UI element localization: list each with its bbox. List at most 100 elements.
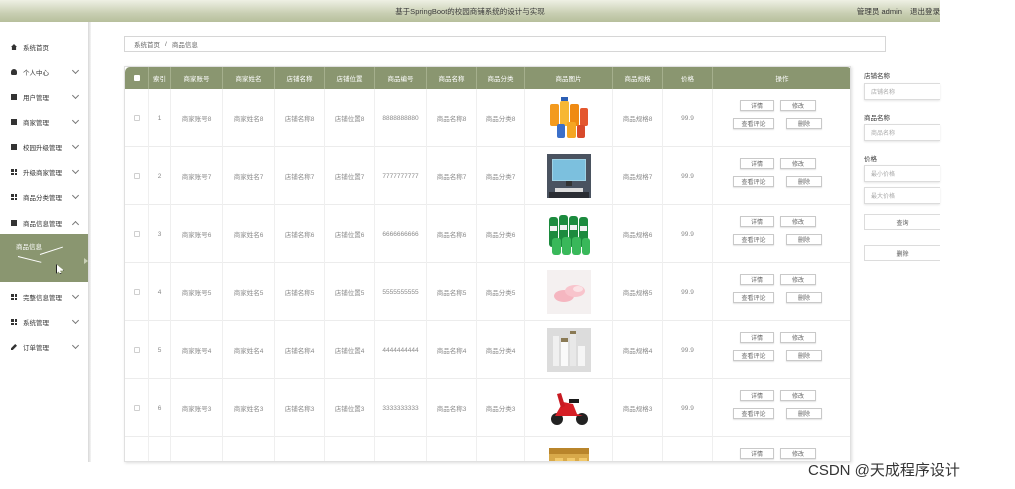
sidebar-item-5[interactable]: 升级商家管理 bbox=[0, 165, 88, 179]
select-all-checkbox[interactable] bbox=[125, 67, 149, 89]
row-checkbox[interactable] bbox=[133, 347, 140, 353]
submenu-product-info[interactable]: 商品信息 bbox=[0, 234, 88, 282]
row-checkbox[interactable] bbox=[133, 405, 140, 411]
delete-button[interactable]: 删除 bbox=[786, 176, 822, 187]
chevron-down-icon bbox=[71, 291, 80, 300]
cell-code: 7777777777 bbox=[375, 147, 427, 205]
sidebar-item-0[interactable]: 系统首页 bbox=[0, 40, 88, 54]
table-row: 2 商家账号7 商家姓名7 店铺名称7 店铺位置7 7777777777 商品名称7 商品分类… bbox=[125, 147, 850, 205]
cell-code bbox=[375, 437, 427, 461]
sidebar-item-6[interactable]: 商品分类管理 bbox=[0, 190, 88, 204]
row-actions: 详情 修改 查看评论 删除 bbox=[713, 147, 850, 205]
cell-location: 店铺位置6 bbox=[325, 205, 375, 263]
cell-account: 商家账号6 bbox=[171, 205, 223, 263]
detail-button[interactable]: 详情 bbox=[740, 274, 774, 285]
watermark: CSDN @天成程序设计 bbox=[808, 462, 960, 479]
table-row: 4 商家账号5 商家姓名5 店铺名称5 店铺位置5 5555555555 商品名称5 商品分类… bbox=[125, 263, 850, 321]
cell-index bbox=[149, 437, 171, 461]
delete-button[interactable]: 删除 bbox=[786, 234, 822, 245]
cell-shop: 店铺名称5 bbox=[275, 263, 325, 321]
column-header: 店铺位置 bbox=[325, 67, 375, 89]
search-button[interactable]: 查询 bbox=[864, 214, 940, 230]
cell-spec bbox=[613, 437, 663, 461]
edit-button[interactable]: 修改 bbox=[780, 332, 816, 343]
sidebar-item-10[interactable]: 订单管理 bbox=[0, 340, 88, 354]
row-actions: 详情 修改 查看评论 删除 bbox=[713, 205, 850, 263]
product-filter-label: 商品名称 bbox=[864, 115, 890, 122]
product-filter-input[interactable]: 商品名称 bbox=[864, 124, 940, 141]
sidebar-item-label: 商家管理 bbox=[23, 120, 49, 127]
detail-button[interactable]: 详情 bbox=[740, 448, 774, 459]
breadcrumb: 系统首页 / 商品信息 bbox=[124, 36, 886, 52]
sidebar: 系统首页个人中心用户管理商家管理校园升级管理升级商家管理商品分类管理 商品信息管理… bbox=[0, 22, 88, 462]
breadcrumb-home[interactable]: 系统首页 bbox=[134, 39, 160, 49]
product-image-drinks bbox=[547, 96, 591, 140]
view-comments-button[interactable]: 查看评论 bbox=[733, 292, 774, 303]
cell-index: 5 bbox=[149, 321, 171, 379]
edit-button[interactable]: 修改 bbox=[780, 390, 816, 401]
delete-button[interactable]: 删除 bbox=[786, 350, 822, 361]
view-comments-button[interactable]: 查看评论 bbox=[733, 408, 774, 419]
delete-button[interactable]: 删除 bbox=[786, 408, 822, 419]
sidebar-item-label: 升级商家管理 bbox=[23, 170, 62, 177]
cell-account: 商家账号4 bbox=[171, 321, 223, 379]
grid-icon bbox=[11, 169, 17, 175]
column-header: 索引 bbox=[149, 67, 171, 89]
product-image-slippers bbox=[546, 270, 591, 314]
sidebar-divider bbox=[88, 22, 91, 462]
delete-button[interactable]: 删除 bbox=[786, 118, 822, 129]
view-comments-button[interactable]: 查看评论 bbox=[733, 176, 774, 187]
row-checkbox-cell bbox=[125, 89, 149, 147]
product-image-cell bbox=[525, 147, 613, 205]
edit-button[interactable]: 修改 bbox=[780, 448, 816, 459]
detail-button[interactable]: 详情 bbox=[740, 158, 774, 169]
row-checkbox[interactable] bbox=[133, 231, 140, 237]
sidebar-item-7[interactable]: 商品信息管理 bbox=[0, 216, 88, 230]
edit-button[interactable]: 修改 bbox=[780, 274, 816, 285]
breadcrumb-current: 商品信息 bbox=[171, 42, 198, 49]
cell-category: 商品分类5 bbox=[477, 263, 525, 321]
min-price-input[interactable]: 最小价格 bbox=[864, 165, 940, 182]
sidebar-item-1[interactable]: 个人中心 bbox=[0, 65, 88, 79]
table-row: 1 商家账号8 商家姓名8 店铺名称8 店铺位置8 8888888880 商品名称8 商品分类… bbox=[125, 89, 850, 147]
detail-button[interactable]: 详情 bbox=[740, 100, 774, 111]
view-comments-button[interactable]: 查看评论 bbox=[733, 118, 774, 129]
view-comments-button[interactable]: 查看评论 bbox=[733, 350, 774, 361]
row-checkbox[interactable] bbox=[133, 115, 140, 121]
chevron-down-icon bbox=[71, 91, 80, 100]
sidebar-item-3[interactable]: 商家管理 bbox=[0, 115, 88, 129]
sidebar-item-label: 个人中心 bbox=[23, 70, 49, 77]
batch-delete-button[interactable]: 删除 bbox=[864, 245, 940, 261]
cell-location: 店铺位置8 bbox=[325, 89, 375, 147]
table-row: 5 商家账号4 商家姓名4 店铺名称4 店铺位置4 4444444444 商品名称4 商品分类… bbox=[125, 321, 850, 379]
sidebar-item-8[interactable]: 完整信息管理 bbox=[0, 290, 88, 304]
detail-button[interactable]: 详情 bbox=[740, 332, 774, 343]
sidebar-item-2[interactable]: 用户管理 bbox=[0, 90, 88, 104]
row-checkbox-cell bbox=[125, 147, 149, 205]
chevron-down-icon bbox=[71, 191, 80, 200]
sidebar-item-9[interactable]: 系统管理 bbox=[0, 315, 88, 329]
cell-name: 商家姓名8 bbox=[223, 89, 275, 147]
column-header: 商品名称 bbox=[427, 67, 477, 89]
row-checkbox[interactable] bbox=[133, 289, 140, 295]
cell-spec: 商品规格5 bbox=[613, 263, 663, 321]
edit-button[interactable]: 修改 bbox=[780, 216, 816, 227]
row-checkbox-cell bbox=[125, 379, 149, 437]
cell-name: 商家姓名5 bbox=[223, 263, 275, 321]
sidebar-item-4[interactable]: 校园升级管理 bbox=[0, 140, 88, 154]
delete-button[interactable]: 删除 bbox=[786, 292, 822, 303]
shop-filter-input[interactable]: 店铺名称 bbox=[864, 83, 940, 100]
logout-link[interactable]: 退出登录 bbox=[910, 7, 940, 16]
max-price-input[interactable]: 最大价格 bbox=[864, 187, 940, 204]
cell-location: 店铺位置3 bbox=[325, 379, 375, 437]
row-checkbox[interactable] bbox=[133, 173, 140, 179]
edit-button[interactable]: 修改 bbox=[780, 158, 816, 169]
edit-button[interactable]: 修改 bbox=[780, 100, 816, 111]
column-header: 商家账号 bbox=[171, 67, 223, 89]
view-comments-button[interactable]: 查看评论 bbox=[733, 234, 774, 245]
table-row: 3 商家账号6 商家姓名6 店铺名称6 店铺位置6 6666666666 商品名称6 商品分类… bbox=[125, 205, 850, 263]
grid-icon bbox=[11, 294, 17, 300]
column-header: 商品图片 bbox=[525, 67, 613, 89]
detail-button[interactable]: 详情 bbox=[740, 216, 774, 227]
detail-button[interactable]: 详情 bbox=[740, 390, 774, 401]
